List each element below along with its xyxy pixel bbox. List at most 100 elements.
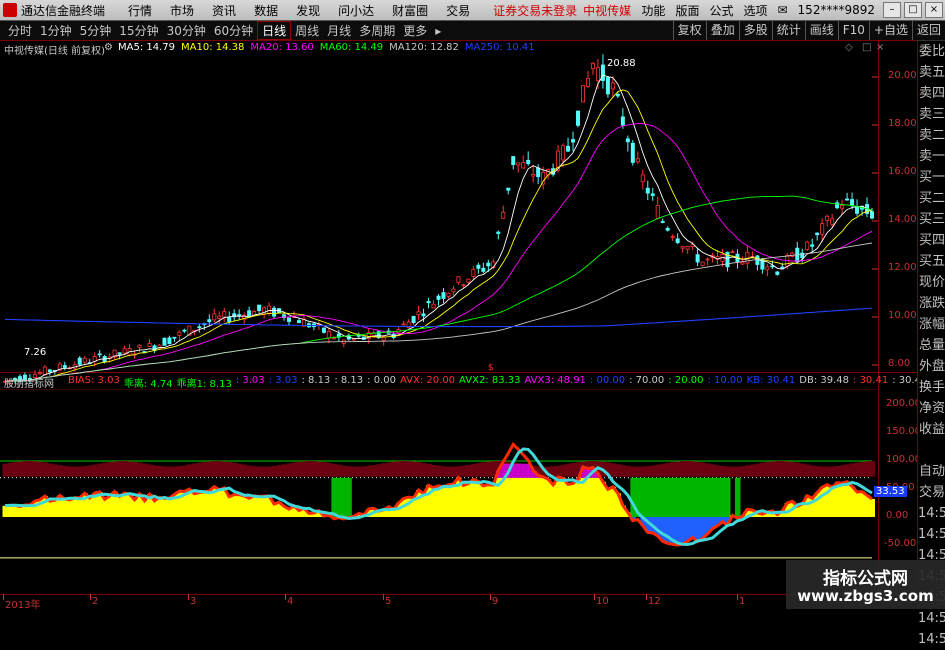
side-panel-item[interactable]: 卖五 xyxy=(918,62,945,83)
band-yellow xyxy=(556,478,561,517)
candle-body xyxy=(248,311,251,317)
side-panel-item[interactable]: 总量 xyxy=(918,335,945,356)
candle-body xyxy=(258,305,261,310)
side-panel-item[interactable]: 换手 xyxy=(918,377,945,398)
side-panel-item[interactable]: 14:56 xyxy=(918,524,945,545)
band-maroon xyxy=(790,462,795,477)
band-maroon xyxy=(311,461,316,477)
candle-body xyxy=(656,205,659,218)
band-maroon xyxy=(212,461,217,477)
band-maroon xyxy=(556,466,561,477)
side-panel-item[interactable]: 外盘 xyxy=(918,356,945,377)
band-maroon xyxy=(257,466,262,476)
indicator-title: 股朋指标网 xyxy=(4,375,54,390)
band-yellow xyxy=(257,497,262,517)
band-maroon xyxy=(7,463,12,477)
band-yellow xyxy=(77,498,82,517)
indicator-y-tick: 0.00 xyxy=(886,510,908,521)
candle-body xyxy=(581,86,584,102)
side-panel-item[interactable]: 涨幅 xyxy=(918,314,945,335)
side-panel-item[interactable]: 卖一 xyxy=(918,146,945,167)
band-green xyxy=(645,478,650,517)
side-panel-item[interactable]: 涨跌 xyxy=(918,293,945,314)
side-panel: 委比卖五卖四卖三卖二卖一买一买二买三买四买五现价涨跌涨幅总量外盘换手净资收益自动… xyxy=(917,41,945,609)
band-yellow xyxy=(506,478,511,517)
band-green xyxy=(680,478,685,517)
candle-body xyxy=(826,216,829,220)
band-yellow xyxy=(162,498,167,517)
chart-area[interactable]: $ xyxy=(0,0,917,609)
close-icon[interactable]: × xyxy=(925,2,943,18)
band-maroon xyxy=(82,466,87,477)
band-maroon xyxy=(705,463,710,476)
indicator-legend-item: : 8.13 xyxy=(301,375,330,390)
band-yellow xyxy=(62,499,67,517)
side-panel-item[interactable]: 卖四 xyxy=(918,83,945,104)
band-maroon xyxy=(132,462,137,477)
side-panel-item[interactable]: 14:56 xyxy=(918,629,945,650)
settings-icon[interactable]: ⚙ xyxy=(104,42,113,53)
side-panel-item[interactable]: 买五 xyxy=(918,251,945,272)
band-maroon xyxy=(486,462,491,477)
collapse-icon[interactable]: ◇ xyxy=(845,42,853,53)
indicator-legend-item: : 30.41 xyxy=(853,375,888,390)
side-panel-item[interactable]: 卖二 xyxy=(918,125,945,146)
side-panel-item[interactable]: 收益 xyxy=(918,419,945,440)
band-green xyxy=(665,478,670,517)
indicator-legend-item: AVX: 20.00 xyxy=(400,375,455,390)
band-yellow xyxy=(521,478,526,517)
indicator-y-tick: 100.00 xyxy=(886,454,921,465)
side-panel-item[interactable]: 买二 xyxy=(918,188,945,209)
band-yellow xyxy=(526,478,531,517)
band-yellow xyxy=(192,494,197,517)
band-maroon xyxy=(825,467,830,477)
ma-legend-item: MA60: 14.49 xyxy=(320,42,383,53)
band-maroon xyxy=(456,466,461,476)
band-green xyxy=(336,478,341,517)
band-green xyxy=(710,478,715,517)
side-panel-item[interactable]: 买一 xyxy=(918,167,945,188)
close-panel-icon[interactable]: × xyxy=(876,42,884,53)
candle-body xyxy=(671,237,674,238)
band-yellow xyxy=(197,492,202,517)
band-yellow xyxy=(247,498,252,517)
candle-body xyxy=(841,205,844,208)
band-maroon xyxy=(52,464,57,476)
side-panel-item[interactable]: 现价 xyxy=(918,272,945,293)
indicator-legend-item: AVX2: 83.33 xyxy=(459,375,520,390)
band-green xyxy=(700,478,705,517)
candle-body xyxy=(806,242,809,250)
band-maroon xyxy=(835,466,840,477)
band-yellow xyxy=(252,496,257,517)
ma-line xyxy=(5,123,872,381)
band-yellow xyxy=(3,506,8,517)
candle-body xyxy=(38,372,41,373)
band-green xyxy=(675,478,680,517)
side-panel-item[interactable]: 净资 xyxy=(918,398,945,419)
side-panel-item[interactable]: 买四 xyxy=(918,230,945,251)
indicator-legend-item: AVX3: 48.91 xyxy=(524,375,585,390)
side-panel-item[interactable]: 卖三 xyxy=(918,104,945,125)
band-maroon xyxy=(481,462,486,476)
side-panel-item[interactable]: 交易 xyxy=(918,482,945,503)
side-panel-item[interactable]: 委比 xyxy=(918,41,945,62)
side-panel-item[interactable]: 买三 xyxy=(918,209,945,230)
candle-body xyxy=(297,321,300,323)
restore-icon[interactable]: □ xyxy=(862,42,871,53)
band-yellow xyxy=(441,487,446,517)
x-axis-label: 12 xyxy=(648,596,661,607)
side-panel-item[interactable]: 14:56 xyxy=(918,608,945,629)
side-panel-item[interactable]: 自动 xyxy=(918,461,945,482)
side-panel-item[interactable] xyxy=(918,440,945,461)
band-maroon xyxy=(27,461,32,477)
band-maroon xyxy=(157,466,162,477)
band-green xyxy=(346,478,351,517)
band-yellow xyxy=(107,496,112,517)
band-maroon xyxy=(326,463,331,477)
main-y-tick: 10.00 xyxy=(888,310,917,321)
x-axis-label: 1 xyxy=(739,596,745,607)
candle-body xyxy=(850,200,853,206)
candle-body xyxy=(611,83,614,89)
main-y-tick: 8.00 xyxy=(888,358,910,369)
side-panel-item[interactable]: 14:56 xyxy=(918,503,945,524)
